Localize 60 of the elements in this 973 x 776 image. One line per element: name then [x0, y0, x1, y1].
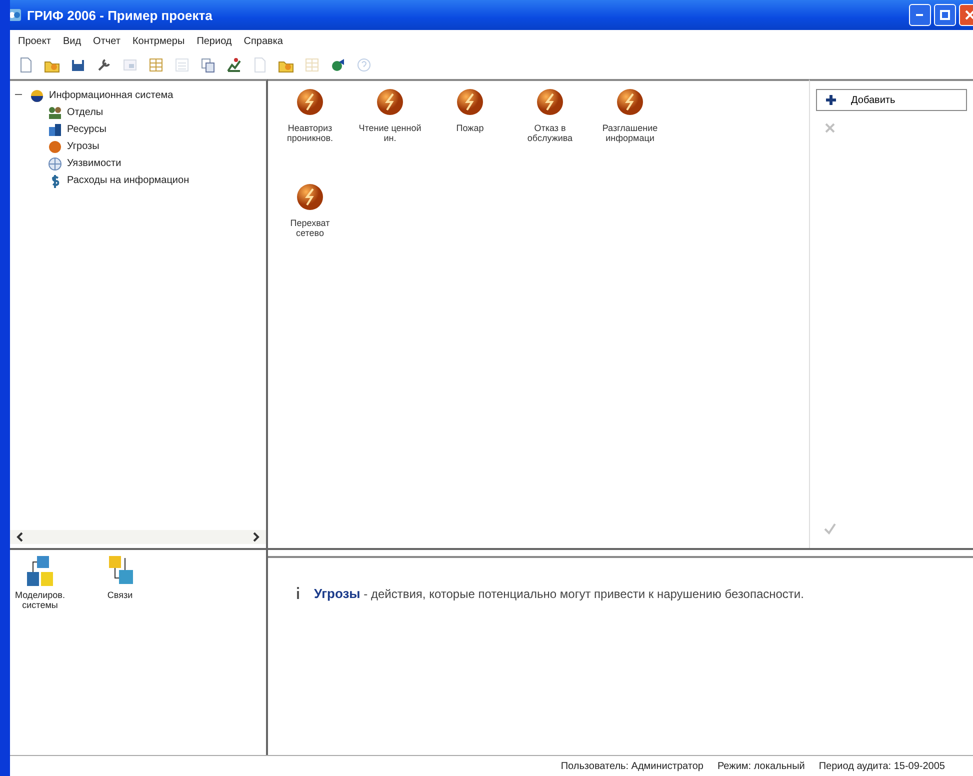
app-icon	[10, 7, 22, 23]
threat-icon[interactable]	[615, 87, 645, 117]
grid-icon	[304, 57, 320, 73]
threat-label[interactable]: Отказ в обслужива	[517, 123, 583, 143]
close-icon	[964, 9, 973, 21]
menu-item[interactable]: Контрмеры	[132, 36, 185, 47]
help-icon	[356, 57, 372, 73]
list-icon	[174, 57, 190, 73]
minimize-icon	[916, 14, 924, 16]
tree-item[interactable]: Ресурсы	[67, 124, 106, 135]
scroll-left-icon[interactable]	[16, 532, 24, 542]
grid-icon	[148, 57, 164, 73]
threat-icon[interactable]	[295, 87, 325, 117]
status-text: Пользователь: Администратор	[560, 760, 704, 772]
threat-icon[interactable]	[535, 87, 565, 117]
people-icon	[48, 106, 62, 120]
page-icon	[252, 57, 268, 73]
tree-item[interactable]: Угрозы	[67, 141, 100, 152]
threat-icon[interactable]	[375, 87, 405, 117]
ball-icon	[48, 140, 62, 154]
maximize-button[interactable]	[934, 4, 956, 26]
menu-item[interactable]: Период	[196, 36, 232, 47]
menu-item[interactable]: Проект	[18, 36, 51, 47]
threat-icon[interactable]	[455, 87, 485, 117]
shortcut-label[interactable]: Моделиров. системы	[10, 590, 70, 610]
menu-item[interactable]: Вид	[62, 36, 82, 47]
shortcut-label[interactable]: Связи	[107, 590, 133, 600]
threat-label[interactable]: Перехват сетево	[277, 218, 343, 238]
floppy-icon	[70, 57, 86, 73]
close-icon	[824, 122, 836, 134]
window-title: ГРИФ 2006 - Пример проекта	[27, 8, 214, 22]
copy-icon	[200, 57, 216, 73]
tree-item[interactable]: Информационная система	[49, 90, 174, 101]
wrench-icon	[96, 57, 112, 73]
menu-item[interactable]: Отчет	[93, 36, 120, 47]
threat-label[interactable]: Разглашение информаци	[597, 123, 663, 143]
minimize-button[interactable]	[909, 4, 931, 26]
page-icon	[18, 57, 34, 73]
threat-icon[interactable]	[295, 182, 325, 212]
tree-item[interactable]: Уязвимости	[67, 158, 122, 169]
chart-icon	[226, 57, 242, 73]
tree-item[interactable]: Расходы на информацион	[67, 175, 190, 186]
plus-icon	[825, 94, 837, 106]
description-text: Угрозы - действия, которые потенциально могут привести к нарушению безопасности.	[314, 586, 805, 603]
blocks-icon	[48, 122, 62, 136]
add-button[interactable]: Добавить	[816, 89, 967, 111]
threat-label[interactable]: Неавториз проникнов.	[277, 123, 343, 143]
status-text: Период аудита: 15-09-2005	[818, 760, 945, 772]
info-icon	[294, 586, 302, 600]
window-icon	[122, 57, 138, 73]
threat-label[interactable]: Чтение ценной ин.	[357, 123, 423, 143]
check-icon	[824, 523, 836, 535]
tree-item[interactable]: Отделы	[67, 107, 104, 118]
horizontal-scrollbar[interactable]	[10, 530, 266, 544]
globe-arrow-icon	[330, 57, 346, 73]
menu-item[interactable]: Справка	[244, 36, 283, 47]
status-text: Режим: локальный	[717, 760, 805, 772]
maximize-icon	[939, 9, 951, 21]
scroll-right-icon[interactable]	[252, 532, 260, 542]
threat-label[interactable]: Пожар	[437, 123, 503, 133]
